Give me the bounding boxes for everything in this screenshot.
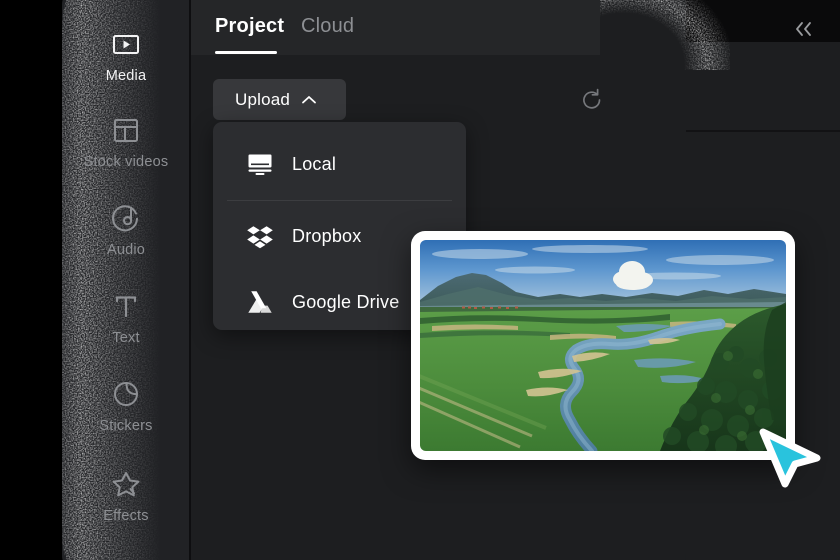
sidebar-item-label: Media <box>105 68 147 84</box>
chevron-up-icon <box>302 95 316 103</box>
tab-cloud[interactable]: Cloud <box>301 15 354 38</box>
tab-project[interactable]: Project <box>215 15 284 38</box>
sidebar-item-label: Audio <box>106 242 146 258</box>
sticker-circle-icon <box>114 382 138 406</box>
menu-item-local[interactable]: Local <box>213 136 466 192</box>
sidebar-item-text[interactable]: Text <box>62 290 190 346</box>
sidebar-item-label: Text <box>112 330 140 346</box>
screenshot-stage: Media Stock videos Audio Text Stickers E… <box>0 0 840 560</box>
sidebar-item-label: Stock videos <box>83 154 169 170</box>
upload-button[interactable]: Upload <box>213 79 346 120</box>
sidebar-item-media[interactable]: Media <box>62 28 190 84</box>
arrow-pointer-cursor <box>759 428 821 488</box>
chevron-double-left-icon <box>796 22 811 36</box>
media-panel-tabbar: Project Cloud <box>191 0 811 55</box>
media-thumbnail-image <box>420 240 786 451</box>
menu-separator <box>227 200 452 201</box>
grid-layout-icon <box>114 119 138 142</box>
refresh-button[interactable] <box>578 86 606 114</box>
menu-item-label: Local <box>292 153 337 174</box>
landscape-river-valley-photo <box>420 240 786 451</box>
sidebar-item-stock-videos[interactable]: Stock videos <box>62 114 190 170</box>
dropbox-icon <box>247 226 273 249</box>
refresh-icon <box>583 88 601 109</box>
upload-button-label: Upload <box>235 89 291 109</box>
sidebar-item-label: Effects <box>103 508 149 524</box>
sidebar-item-effects[interactable]: Effects <box>62 468 190 524</box>
menu-item-label: Google Drive <box>292 291 400 312</box>
sidebar-item-audio[interactable]: Audio <box>62 202 190 258</box>
media-thumbnail-card[interactable] <box>411 231 795 460</box>
menu-item-label: Dropbox <box>292 225 362 246</box>
effects-star-icon <box>112 472 140 497</box>
audio-note-circle-icon <box>112 205 138 232</box>
sidebar-item-stickers[interactable]: Stickers <box>62 378 190 434</box>
google-drive-icon <box>248 291 272 313</box>
monitor-icon <box>248 154 272 175</box>
text-t-icon <box>115 296 137 318</box>
media-play-frame-icon <box>113 35 139 54</box>
active-tab-underline <box>215 51 277 54</box>
collapse-panel-button[interactable] <box>787 14 821 44</box>
sidebar-item-label: Stickers <box>99 418 153 434</box>
